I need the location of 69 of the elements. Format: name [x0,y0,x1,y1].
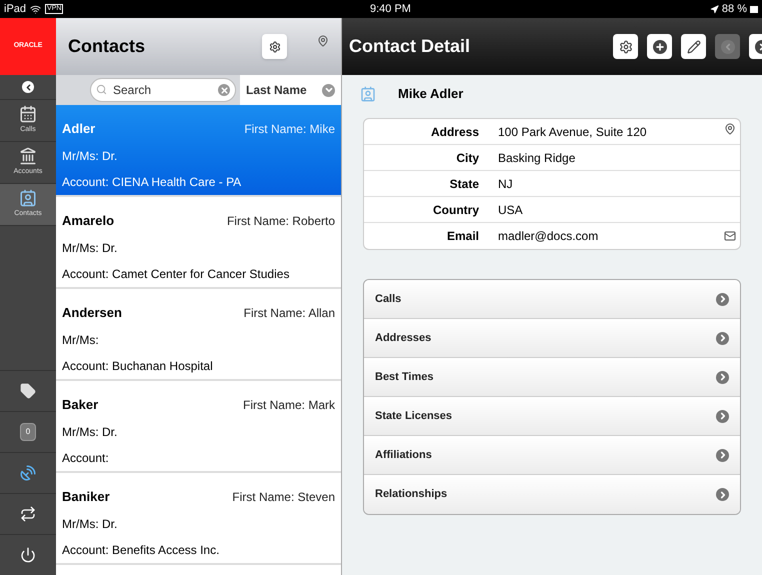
detail-title: Contact Detail [349,35,470,58]
section-item[interactable]: Calls [364,280,740,319]
first-name: First Name: Allan [244,305,335,322]
contact-card-icon [360,86,376,102]
field-value: Basking Ridge [498,150,576,166]
search-icon [96,84,107,95]
account-text: Account: Buchanan Hospital [62,358,213,374]
calendar-icon [19,105,37,124]
field-value: madler@docs.com [498,228,598,245]
map-pin-icon[interactable] [317,34,329,46]
section-item[interactable]: Addresses [364,319,740,358]
bank-icon [19,147,37,166]
account-text: Account: [62,450,109,466]
title-text: Mr/Ms: [62,332,99,348]
list-title: Contacts [68,35,146,58]
title-text: Mr/Ms: Dr. [62,148,118,164]
settings-icon [618,40,632,54]
account-text: Account: Camet Center for Cancer Studies [62,266,290,282]
first-name: First Name: Mark [242,397,335,414]
toolbar-button[interactable] [647,34,672,59]
contact-row[interactable]: Adler First Name: Mike Mr/Ms: Dr. Account: CIENA Health Care - PA [56,105,341,197]
counter-badge[interactable]: 0 [20,423,36,441]
battery-icon [750,6,758,12]
field-label: City [455,150,479,166]
title-text: Mr/Ms: Dr. [62,424,118,440]
tag-icon[interactable] [20,383,36,399]
last-name: Amarelo [62,212,114,230]
field-value: USA [498,202,523,218]
location-arrow-icon [710,4,719,14]
contact-name: Mike Adler [398,84,464,103]
mail-icon[interactable] [724,230,736,242]
field-label: State [448,176,479,192]
section-item[interactable]: State Licenses [364,397,740,436]
first-name: First Name: Mike [244,121,335,138]
last-name: Baniker [62,488,110,506]
search-field[interactable]: Search [90,78,236,102]
field-label: Email [446,228,479,245]
clock-time: 9:40 PM [370,2,411,17]
settings-button[interactable] [262,34,287,59]
field-label: Address [430,124,479,140]
field-value: NJ [498,176,513,192]
last-name: Baker [62,396,98,414]
sync-icon[interactable] [20,506,36,522]
settings-icon [268,40,280,52]
title-text: Mr/Ms: Dr. [62,516,118,532]
section-item[interactable]: Relationships [364,475,740,514]
account-text: Account: CIENA Health Care - PA [62,174,242,190]
power-icon[interactable] [20,547,36,563]
field-label: Country [432,202,479,218]
section-item[interactable]: Affiliations [364,436,740,475]
device-name: iPad [4,2,26,17]
last-name: Adler [62,120,96,138]
dropdown-icon [322,84,335,96]
contact-card-icon [19,189,37,208]
battery-percent: 88 % [722,2,747,17]
first-name: First Name: Roberto [226,213,335,230]
first-name: First Name: Steven [232,489,335,506]
pencil-icon [686,40,700,54]
title-text: Mr/Ms: Dr. [62,240,118,256]
wifi-icon [30,4,42,14]
map-pin-icon[interactable] [724,123,736,135]
toolbar-button[interactable] [613,34,638,59]
toolbar-button[interactable] [681,34,706,59]
section-item[interactable]: Best Times [364,358,740,397]
field-value: 100 Park Avenue, Suite 120 [498,124,647,140]
account-text: Account: Benefits Access Inc. [62,542,220,558]
last-name: Andersen [62,304,122,322]
satellite-dish-icon[interactable] [19,464,37,482]
sort-dropdown[interactable]: Last Name [240,75,341,105]
